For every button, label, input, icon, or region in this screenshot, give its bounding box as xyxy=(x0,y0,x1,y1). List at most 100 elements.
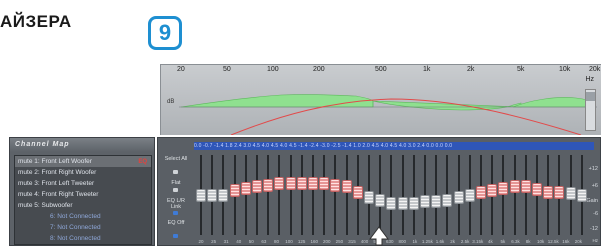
slider-thumb[interactable] xyxy=(565,187,576,201)
eq-off-led xyxy=(173,234,178,238)
eq-link-button[interactable]: EQ L/R Link xyxy=(163,198,189,210)
channel-row[interactable]: 7: Not Connected xyxy=(15,222,151,233)
eq-band-slider[interactable] xyxy=(565,155,576,235)
slider-thumb[interactable] xyxy=(207,188,218,202)
channel-row[interactable]: mute 1: Front Left Woofer EQ xyxy=(15,156,151,167)
slider-thumb[interactable] xyxy=(296,177,307,191)
slider-thumb[interactable] xyxy=(476,185,486,199)
step-number-badge: 9 xyxy=(148,16,182,50)
slider-thumb[interactable] xyxy=(218,188,229,202)
eq-band-slider[interactable] xyxy=(252,155,262,235)
eq-band-slider[interactable] xyxy=(498,155,509,235)
slider-thumb[interactable] xyxy=(364,191,374,205)
eq-band-slider[interactable] xyxy=(240,155,251,235)
slider-thumb[interactable] xyxy=(330,178,341,192)
slider-thumb[interactable] xyxy=(319,177,330,191)
slider-thumb[interactable] xyxy=(464,188,475,202)
eq-band-slider[interactable] xyxy=(532,155,542,235)
slider-thumb[interactable] xyxy=(487,184,498,198)
eq-band-slider[interactable] xyxy=(319,155,330,235)
channel-row[interactable]: mute 3: Front Left Tweeter xyxy=(15,178,151,189)
slider-thumb[interactable] xyxy=(554,185,565,199)
eq-band-slider[interactable] xyxy=(408,155,419,235)
eq-band-slider[interactable] xyxy=(520,155,531,235)
slider-thumb[interactable] xyxy=(263,178,274,192)
slider-thumb[interactable] xyxy=(375,194,386,208)
graph-scroll-knob[interactable] xyxy=(586,92,595,101)
eq-band-slider[interactable] xyxy=(543,155,554,235)
channel-row[interactable]: mute 2: Front Right Woofer xyxy=(15,167,151,178)
slider-thumb[interactable] xyxy=(509,180,520,194)
eq-band-slider[interactable] xyxy=(375,155,386,235)
eq-off-button[interactable]: EQ Off xyxy=(163,220,189,226)
channel-row[interactable]: 8: Not Connected xyxy=(15,233,151,244)
gain-label-gain: Gain xyxy=(586,198,598,204)
slider-thumb[interactable] xyxy=(543,185,554,199)
eq-band-slider[interactable] xyxy=(263,155,274,235)
channel-row[interactable]: mute 5: Subwoofer xyxy=(15,200,151,211)
channel-row[interactable]: 6: Not Connected xyxy=(15,211,151,222)
slider-thumb[interactable] xyxy=(498,181,509,195)
slider-thumb[interactable] xyxy=(274,177,285,191)
slider-thumb[interactable] xyxy=(240,181,251,195)
eq-band-slider[interactable] xyxy=(453,155,464,235)
eq-band-slider[interactable] xyxy=(554,155,565,235)
slider-track xyxy=(256,155,258,235)
eq-band-slider[interactable] xyxy=(285,155,296,235)
eq-band-slider[interactable] xyxy=(386,155,397,235)
channel-row[interactable]: mute 4: Front Right Tweeter xyxy=(15,189,151,200)
eq-band-slider[interactable] xyxy=(296,155,307,235)
slider-thumb[interactable] xyxy=(576,188,587,202)
eq-band-slider[interactable] xyxy=(364,155,374,235)
slider-thumb[interactable] xyxy=(420,195,430,209)
slider-thumb[interactable] xyxy=(352,185,363,199)
eq-band-slider[interactable] xyxy=(274,155,285,235)
slider-track xyxy=(267,155,270,235)
eq-band-slider[interactable] xyxy=(464,155,475,235)
slider-track xyxy=(244,155,247,235)
slider-track xyxy=(312,155,314,235)
eq-band-slider[interactable] xyxy=(218,155,229,235)
slider-thumb[interactable] xyxy=(252,180,262,194)
eq-band-slider[interactable] xyxy=(420,155,430,235)
eq-band-slider[interactable] xyxy=(509,155,520,235)
eq-band-slider[interactable] xyxy=(397,155,408,235)
eq-band-slider[interactable] xyxy=(229,155,240,235)
slider-thumb[interactable] xyxy=(408,196,419,210)
eq-band-slider[interactable] xyxy=(476,155,486,235)
slider-thumb[interactable] xyxy=(431,195,442,209)
slider-thumb[interactable] xyxy=(397,196,408,210)
eq-band-slider[interactable] xyxy=(576,155,587,235)
slider-thumb[interactable] xyxy=(442,194,453,208)
graph-hz-label: Hz xyxy=(585,76,594,83)
eq-band-slider[interactable] xyxy=(487,155,498,235)
channel-label: mute 1: Front Left Woofer xyxy=(18,158,92,165)
slider-thumb[interactable] xyxy=(453,191,464,205)
eq-band-slider[interactable] xyxy=(207,155,218,235)
slider-track xyxy=(345,155,348,235)
flat-button[interactable]: Flat xyxy=(163,180,189,186)
slider-thumb[interactable] xyxy=(229,184,240,198)
eq-band-slider[interactable] xyxy=(308,155,318,235)
slider-thumb[interactable] xyxy=(308,177,318,191)
slider-thumb[interactable] xyxy=(532,182,542,196)
eq-band-slider[interactable] xyxy=(431,155,442,235)
select-all-button[interactable]: Select All xyxy=(163,156,189,162)
pointer-arrow-icon xyxy=(369,226,389,246)
eq-band-slider[interactable] xyxy=(330,155,341,235)
channel-label: mute 2: Front Right Woofer xyxy=(18,169,97,176)
eq-band-slider[interactable] xyxy=(341,155,352,235)
page-heading: АЙЗЕРА xyxy=(0,12,72,31)
channel-label: 6: Not Connected xyxy=(50,213,101,220)
slider-thumb[interactable] xyxy=(520,180,531,194)
eq-band-slider[interactable] xyxy=(352,155,363,235)
slider-thumb[interactable] xyxy=(341,180,352,194)
slider-track xyxy=(289,155,292,235)
eq-band-slider[interactable] xyxy=(196,155,206,235)
slider-thumb[interactable] xyxy=(386,196,397,210)
slider-thumb[interactable] xyxy=(285,177,296,191)
eq-freq-label: 20k xyxy=(574,239,583,244)
graph-scrollbar[interactable] xyxy=(585,89,596,131)
eq-band-slider[interactable] xyxy=(442,155,453,235)
slider-thumb[interactable] xyxy=(196,188,206,202)
